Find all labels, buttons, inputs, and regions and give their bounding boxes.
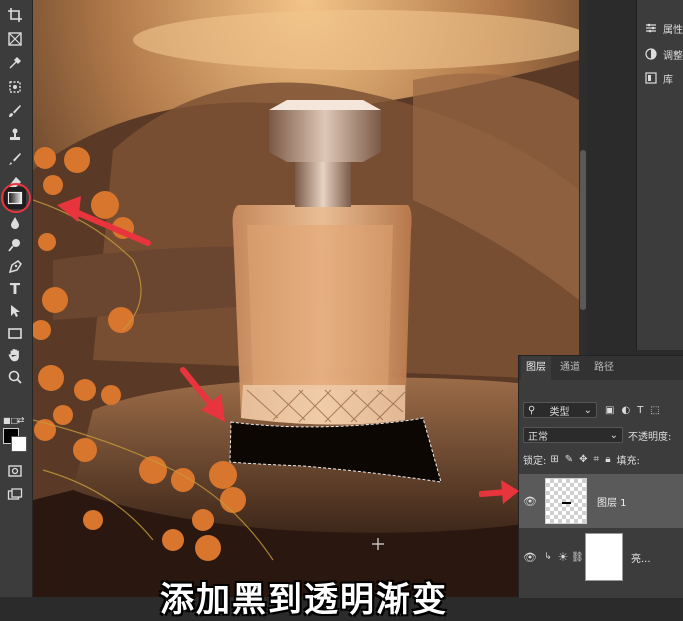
lock-row: 锁定: ⊞ ✎ ✥ ⌗ 🔒︎ 填充: [523,450,640,468]
brightness-adjustment-icon: ☀ [557,550,569,564]
history-brush-icon[interactable] [4,148,26,170]
properties-icon [646,23,656,33]
chevron-down-icon: ⌄ [583,404,592,416]
scroll-thumb[interactable] [580,150,586,310]
image-filter-icon[interactable]: ▣ [605,405,614,416]
swap-colors-icon[interactable]: ⇄ [17,416,25,426]
lock-transparency-icon[interactable]: ⊞ [550,454,558,465]
brush-icon[interactable] [4,100,26,122]
lock-label: 锁定: [523,455,547,467]
frame-icon[interactable] [4,28,26,50]
dodge-tool-icon[interactable] [4,234,26,256]
path-selection-icon[interactable] [4,300,26,322]
adjustment-filter-icon[interactable]: ◐ [621,405,630,416]
layers-panel-tabs: 图层 通道 路径 [519,356,683,380]
fill-label: 填充: [616,455,640,467]
blur-tool-icon[interactable] [4,212,26,234]
type-tool-icon[interactable]: T [4,278,26,300]
lock-position-icon[interactable]: ✥ [579,454,587,465]
blend-mode-select[interactable]: 正常 ⌄ [523,427,623,443]
pen-tool-icon[interactable] [4,256,26,278]
layer-row[interactable]: 👁︎ 图层 1 [519,474,683,528]
libraries-icon [645,72,657,84]
layer-thumbnail [545,478,587,524]
zoom-tool-icon[interactable] [4,366,26,388]
filter-search-icon: ⚲ [528,404,536,416]
crop-icon[interactable] [4,4,26,26]
rectangle-tool-icon[interactable] [4,322,26,344]
layer-row[interactable]: 👁︎ ↳ ☀ ⛓ 亮... [519,530,683,584]
layer-name[interactable]: 亮... [631,550,651,565]
layer-name[interactable]: 图层 1 [597,494,627,509]
tools-panel: T ■□ ⇄ [0,0,33,597]
layer-filter-select[interactable]: ⚲ 类型 ⌄ [523,402,597,418]
default-colors-icon[interactable]: ■□ [3,416,18,425]
link-icon[interactable]: ⛓ [571,552,584,563]
layer-mask-thumbnail[interactable] [585,533,623,581]
properties-panel-button[interactable]: 属性 [645,18,683,38]
lock-all-icon[interactable]: 🔒︎ [605,454,610,465]
annotation-circle [1,183,31,213]
clone-stamp-icon[interactable] [4,124,26,146]
hand-tool-icon[interactable] [4,344,26,366]
layer-filter-row: ⚲ 类型 ⌄ ▣ ◐ T ⬚ [523,401,660,419]
clip-arrow-icon: ↳ [544,552,552,562]
blend-row: 正常 ⌄ 不透明度: [523,426,671,444]
type-filter-icon[interactable]: T [637,405,643,416]
tab-layers[interactable]: 图层 [521,356,551,380]
libraries-panel-button[interactable]: 库 [645,68,673,88]
lock-artboard-icon[interactable]: ⌗ [594,454,600,465]
shape-filter-icon[interactable]: ⬚ [650,405,659,416]
annotation-arrow [479,480,519,504]
healing-brush-icon[interactable] [4,76,26,98]
quick-mask-icon[interactable] [4,460,26,482]
layers-panel: 图层 通道 路径 ⚲ 类型 ⌄ ▣ ◐ T ⬚ 正常 ⌄ 不透明度: 锁定: ⊞… [479,355,683,598]
panel-icon-column: 属性 调整 库 [636,0,683,350]
chevron-down-icon: ⌄ [609,429,618,441]
screen-mode-icon[interactable] [4,484,26,506]
tab-paths[interactable]: 路径 [589,356,619,380]
adjustments-panel-button[interactable]: 调整 [645,44,683,64]
eyedropper-icon[interactable] [4,52,26,74]
adjustments-icon [645,48,657,60]
lock-paint-icon[interactable]: ✎ [565,454,573,465]
tab-channels[interactable]: 通道 [555,356,585,380]
opacity-label: 不透明度: [628,431,672,443]
background-color-swatch[interactable] [11,436,27,452]
eye-icon[interactable]: 👁︎ [519,551,541,564]
